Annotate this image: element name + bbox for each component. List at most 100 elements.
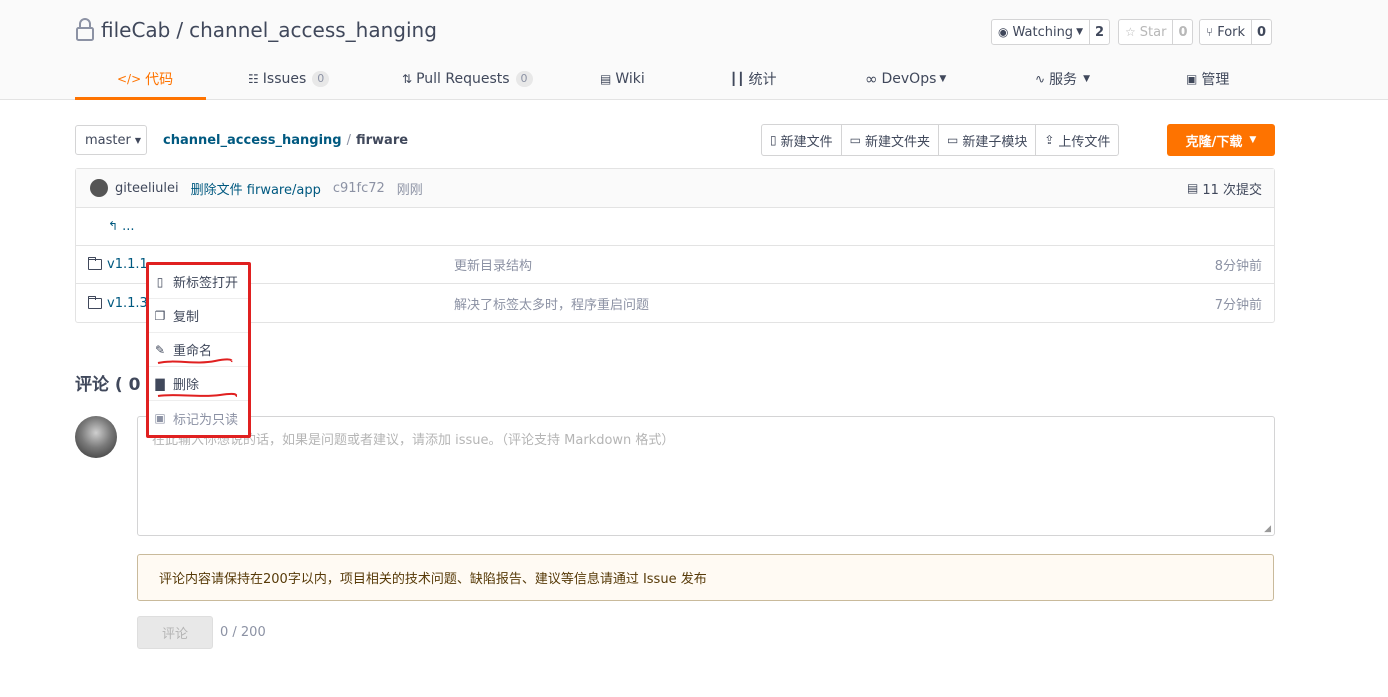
tab-wiki[interactable]: ▤ Wiki: [600, 58, 645, 100]
star-count[interactable]: 0: [1172, 20, 1192, 44]
watch-group: ◉ Watching ▼ 2: [991, 19, 1111, 45]
clone-download-label: 克隆/下载: [1185, 134, 1243, 150]
file-list: giteeliulei 删除文件 firware/app c91fc72 刚刚 …: [75, 168, 1275, 323]
parent-directory-row[interactable]: ↰...: [76, 208, 1274, 246]
tab-issues[interactable]: ☷ Issues 0: [248, 58, 330, 100]
author-avatar[interactable]: [90, 179, 108, 197]
upload-file-label: 上传文件: [1058, 134, 1111, 150]
menu-item-delete[interactable]: ▇ 删除: [149, 367, 248, 401]
new-file-button[interactable]: ▯ 新建文件: [762, 125, 841, 155]
repo-name-link[interactable]: channel_access_hanging: [189, 18, 437, 42]
folder-link[interactable]: v1.1.3: [88, 295, 148, 311]
upload-icon: ⇪: [1044, 133, 1055, 147]
folder-icon: [88, 295, 102, 309]
menu-item-mark-readonly[interactable]: ▣ 标记为只读: [149, 401, 248, 435]
resize-handle-icon[interactable]: ◢: [1264, 524, 1271, 534]
row-commit-message[interactable]: 解决了标签太多时，程序重启问题: [454, 294, 649, 313]
code-icon: </>: [117, 72, 142, 86]
comment-textarea[interactable]: 在此输入你想说的话，如果是问题或者建议，请添加 issue。（评论支持 Mark…: [137, 416, 1275, 536]
tab-wiki-label: Wiki: [615, 71, 645, 87]
character-counter: 0 / 200: [220, 625, 266, 640]
commit-message-link[interactable]: 删除文件 firware/app: [191, 179, 321, 198]
breadcrumb-current-path: firware: [356, 133, 409, 148]
commit-count-link[interactable]: ▤ 11 次提交: [1187, 179, 1262, 198]
file-icon: ▯: [156, 274, 164, 289]
comment-notice: 评论内容请保持在200字以内，项目相关的技术问题、缺陷报告、建议等信息请通过 I…: [137, 554, 1274, 601]
repo-title-separator: /: [176, 18, 184, 42]
watch-count[interactable]: 2: [1088, 20, 1109, 44]
row-commit-message[interactable]: 更新目录结构: [454, 255, 532, 274]
caret-down-icon: ▼: [134, 135, 141, 145]
menu-item-label: 标记为只读: [173, 412, 239, 428]
parent-directory-label: ...: [122, 219, 135, 234]
last-commit-bar: giteeliulei 删除文件 firware/app c91fc72 刚刚 …: [76, 169, 1274, 208]
tab-pull-requests[interactable]: ⇅ Pull Requests 0: [402, 58, 533, 100]
clone-download-button[interactable]: 克隆/下载 ▼: [1167, 124, 1275, 156]
watch-button[interactable]: ◉ Watching ▼: [992, 20, 1089, 44]
star-label: Star: [1139, 24, 1167, 40]
fork-icon: ⑂: [1206, 25, 1214, 39]
folder-name: v1.1.3: [107, 295, 148, 311]
eye-icon: ◉: [998, 25, 1009, 39]
menu-item-label: 删除: [173, 378, 200, 393]
commit-time: 刚刚: [396, 182, 423, 198]
star-button[interactable]: ☆ Star: [1119, 20, 1172, 44]
book-icon: ▤: [600, 72, 612, 86]
settings-doc-icon: ▣: [1186, 72, 1198, 86]
tab-devops-label: DevOps: [881, 71, 937, 87]
new-file-label: 新建文件: [780, 134, 833, 150]
tab-stats-label: 统计: [748, 72, 777, 88]
pull-request-icon: ⇅: [402, 72, 413, 86]
commit-author-link[interactable]: giteeliulei: [115, 181, 179, 196]
upload-file-button[interactable]: ⇪ 上传文件: [1035, 125, 1118, 155]
submit-comment-button[interactable]: 评论: [137, 616, 213, 649]
repo-owner-link[interactable]: fileCab: [101, 18, 170, 42]
commit-count-label: 11 次提交: [1202, 182, 1262, 198]
tab-issues-badge: 0: [312, 71, 330, 87]
new-submodule-label: 新建子模块: [962, 134, 1028, 150]
tab-manage[interactable]: ▣ 管理: [1186, 58, 1229, 100]
commits-list-icon: ▤: [1186, 181, 1199, 195]
tab-code[interactable]: </> 代码: [117, 58, 173, 100]
fork-button[interactable]: ⑂ Fork: [1200, 20, 1251, 44]
branch-selector[interactable]: master ▼: [75, 125, 147, 155]
folder-link[interactable]: v1.1.1: [88, 257, 148, 272]
parent-directory-link[interactable]: ↰...: [108, 219, 134, 234]
tab-code-label: 代码: [145, 72, 174, 88]
repo-tabs: </> 代码 ☷ Issues 0 ⇅ Pull Requests 0 ▤ Wi…: [75, 58, 1275, 100]
new-folder-button[interactable]: ▭ 新建文件夹: [840, 125, 938, 155]
file-actions-group: ▯ 新建文件 ▭ 新建文件夹 ▭ 新建子模块 ⇪ 上传文件: [761, 124, 1120, 156]
tab-services-label: 服务: [1049, 72, 1078, 88]
star-group: ☆ Star 0: [1118, 19, 1194, 45]
new-submodule-button[interactable]: ▭ 新建子模块: [937, 125, 1035, 155]
bar-chart-icon: ┃┃: [730, 72, 745, 86]
tab-devops[interactable]: ∞ DevOps ▼: [865, 58, 950, 100]
menu-item-open-new-tab[interactable]: ▯ 新标签打开: [149, 265, 248, 299]
repo-title: fileCab / channel_access_hanging: [75, 18, 437, 42]
edit-icon: ✎: [154, 342, 166, 357]
fork-count[interactable]: 0: [1251, 20, 1271, 44]
breadcrumb-repo-link[interactable]: channel_access_hanging: [163, 133, 342, 148]
caret-down-icon: ▼: [1076, 27, 1083, 37]
avatar[interactable]: [75, 416, 117, 458]
branch-label: master: [85, 132, 131, 148]
tab-manage-label: 管理: [1201, 72, 1230, 88]
caret-down-icon: ▼: [1083, 74, 1090, 84]
menu-item-copy[interactable]: ❐ 复制: [149, 299, 248, 333]
menu-item-rename[interactable]: ✎ 重命名: [149, 333, 248, 367]
table-row[interactable]: v1.1.1 更新目录结构 8分钟前: [76, 246, 1274, 284]
lock-icon: ▣: [154, 411, 166, 425]
tab-stats[interactable]: ┃┃ 统计: [730, 58, 776, 100]
caret-down-icon: ▼: [939, 74, 947, 84]
row-commit-time: 7分钟前: [1214, 297, 1262, 313]
fork-group: ⑂ Fork 0: [1199, 19, 1273, 45]
caret-down-icon: ▼: [1249, 135, 1257, 145]
tab-services[interactable]: ∿ 服务 ▼: [1035, 58, 1094, 100]
repo-header: fileCab / channel_access_hanging ◉ Watch…: [0, 0, 1388, 100]
commit-sha-link[interactable]: c91fc72: [333, 181, 385, 196]
table-row[interactable]: v1.1.3 解决了标签太多时，程序重启问题 7分钟前: [76, 284, 1274, 322]
folder-name: v1.1.1: [107, 257, 148, 272]
star-icon: ☆: [1125, 25, 1136, 39]
menu-item-label: 复制: [173, 310, 200, 325]
active-tab-indicator: [75, 97, 206, 100]
